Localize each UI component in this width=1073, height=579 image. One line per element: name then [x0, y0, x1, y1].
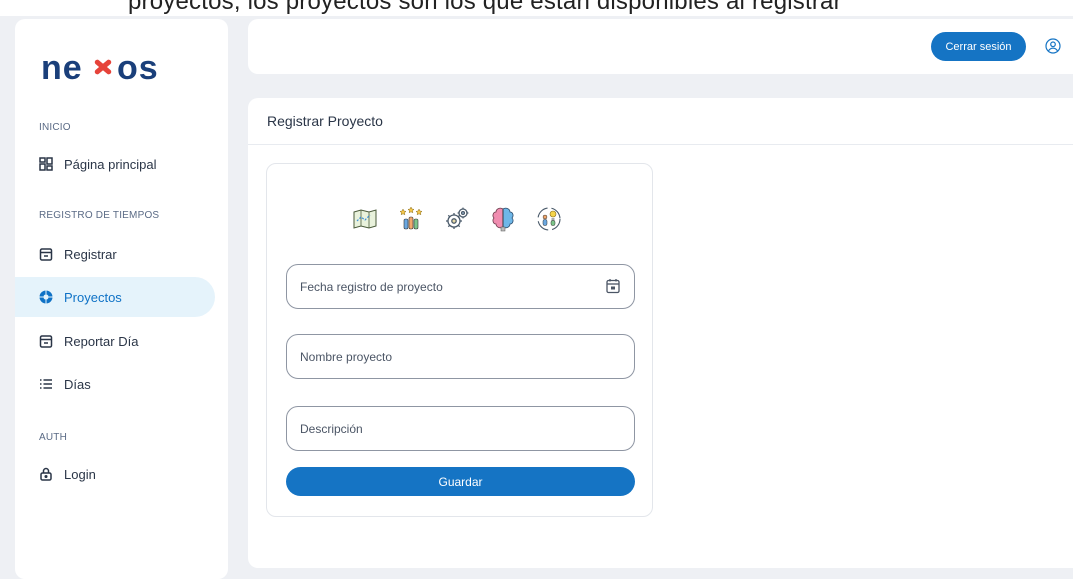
section-caption-registro: REGISTRO DE TIEMPOS: [39, 210, 160, 221]
brain-icon: [489, 205, 517, 233]
calendar-icon[interactable]: [606, 278, 620, 294]
project-name-label: Nombre proyecto: [300, 349, 393, 364]
section-caption-auth: AUTH: [39, 432, 68, 443]
logout-button[interactable]: Cerrar sesión: [931, 32, 1026, 61]
section-caption-inicio: INICIO: [39, 122, 71, 133]
sidebar-item-label: Login: [64, 466, 96, 482]
top-text-strip: proyectos, los proyectos son los que est…: [0, 0, 1073, 16]
sidebar-item-label: Página principal: [64, 156, 157, 172]
sidebar-item-label: Registrar: [64, 246, 117, 262]
sidebar-item-proyectos[interactable]: Proyectos: [15, 277, 215, 317]
sidebar-item-label: Reportar Día: [64, 333, 139, 349]
sidebar-item-dias[interactable]: Días: [15, 364, 215, 404]
gears-icon: [443, 205, 471, 233]
sidebar-item-pagina-principal[interactable]: Página principal: [15, 144, 215, 184]
dashboard-icon: [39, 157, 53, 171]
sidebar-item-login[interactable]: Login: [15, 454, 215, 494]
project-date-field[interactable]: Fecha registro de proyecto: [286, 264, 635, 309]
sidebar-item-reportar-dia[interactable]: Reportar Día: [15, 321, 215, 361]
project-description-label: Descripción: [300, 421, 363, 436]
idea-people-icon: [535, 205, 563, 233]
calendar-icon: [39, 247, 53, 261]
sidebar: ne os INICIO Página principal REGISTRO D…: [15, 19, 228, 579]
sidebar-item-label: Proyectos: [64, 289, 122, 305]
project-description-field[interactable]: Descripción: [286, 406, 635, 451]
project-form-card: Fecha registro de proyecto Nombre proyec…: [266, 163, 653, 517]
illustration-row: [351, 204, 581, 234]
user-circle-icon[interactable]: [1045, 38, 1061, 54]
project-date-label: Fecha registro de proyecto: [300, 279, 443, 294]
calendar-icon: [39, 334, 53, 348]
sidebar-item-registrar[interactable]: Registrar: [15, 234, 215, 274]
page-title: Registrar Proyecto: [267, 113, 383, 129]
list-icon: [39, 377, 53, 391]
save-button[interactable]: Guardar: [286, 467, 635, 496]
svg-text:ne: ne: [41, 49, 83, 87]
nexos-logo[interactable]: ne os: [39, 49, 179, 89]
sidebar-item-label: Días: [64, 376, 91, 392]
team-stars-icon: [397, 205, 425, 233]
divider: [248, 144, 1073, 145]
top-text: proyectos, los proyectos son los que est…: [128, 0, 842, 15]
project-name-field[interactable]: Nombre proyecto: [286, 334, 635, 379]
svg-text:os: os: [117, 49, 159, 87]
lock-icon: [39, 467, 53, 481]
main-panel: Registrar Proyecto Fecha registro de pro…: [248, 98, 1073, 568]
aperture-icon: [39, 290, 53, 304]
top-header: Cerrar sesión: [248, 19, 1073, 74]
map-icon: [351, 205, 379, 233]
